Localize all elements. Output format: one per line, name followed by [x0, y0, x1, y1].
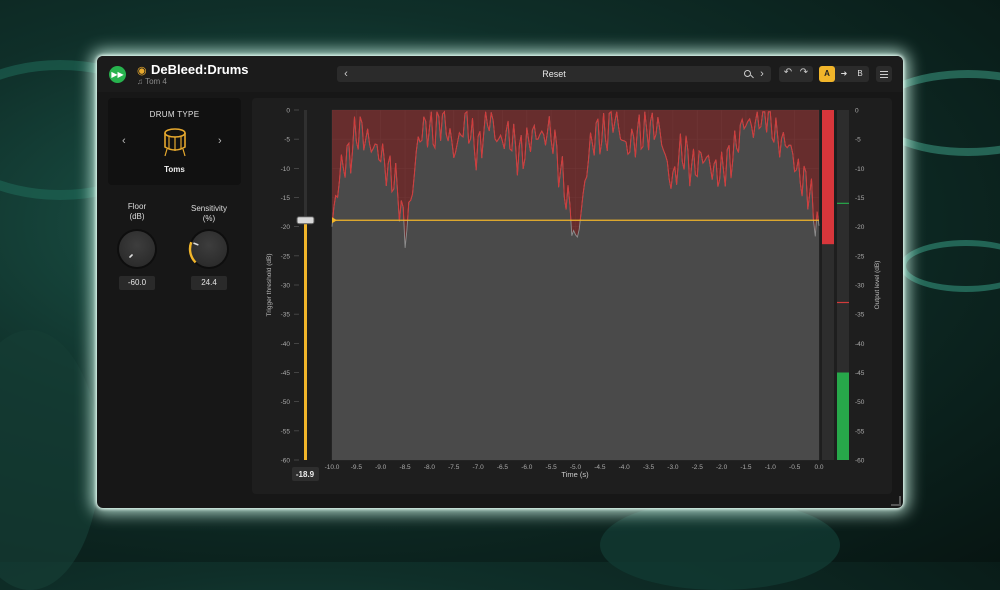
app-title: DeBleed:Drums [151, 62, 249, 77]
b-button[interactable]: B [853, 66, 867, 82]
output-tick-label: -25 [855, 253, 865, 260]
output-tick-label: -35 [855, 312, 865, 319]
resize-grip[interactable] [891, 496, 901, 506]
sensitivity-label-line1: Sensitivity [190, 204, 227, 213]
floor-label: Floor (dB) [107, 202, 167, 222]
time-tick-label: -2.5 [692, 464, 704, 471]
trigger-tick-label: -45 [281, 370, 291, 377]
sensitivity-knob[interactable] [188, 231, 227, 267]
sensitivity-knob-arc [188, 241, 199, 264]
time-tick-label: -10.0 [325, 464, 340, 471]
floor-knob[interactable] [119, 231, 155, 267]
drum-next-icon[interactable]: › [218, 135, 222, 147]
time-tick-label: -7.5 [448, 464, 460, 471]
sensitivity-label: Sensitivity (%) [179, 204, 239, 224]
output-tick-label: -50 [855, 399, 865, 406]
preset-name[interactable]: Reset [357, 66, 751, 82]
trigger-tick-label: 0 [286, 108, 290, 115]
trigger-tick-label: -25 [281, 253, 291, 260]
time-tick-label: -9.0 [375, 464, 387, 471]
time-tick-label: -0.5 [789, 464, 801, 471]
undo-icon[interactable]: ↶ [781, 67, 795, 78]
trigger-axis-label: Trigger threshold (dB) [266, 254, 273, 317]
undo-redo-group: ↶ ↷ [779, 66, 813, 82]
time-tick-label: -5.5 [546, 464, 558, 471]
ab-compare: A ➜ B [819, 66, 869, 82]
output-tick-label: 0 [855, 108, 859, 115]
sensitivity-label-line2: (%) [202, 214, 216, 223]
a-button[interactable]: A [819, 66, 835, 82]
drum-type-title: DRUM TYPE [149, 110, 200, 119]
output-tick-label: -5 [855, 137, 861, 144]
redo-icon[interactable]: ↷ [797, 67, 811, 78]
trigger-tick-label: -55 [281, 428, 291, 435]
input-meter-fill [822, 110, 834, 245]
time-tick-label: -6.0 [521, 464, 533, 471]
output-tick-label: -30 [855, 283, 865, 290]
time-tick-label: -1.5 [740, 464, 752, 471]
output-axis: 0 -5 -10 -15 -20 -25 -30 -35 -40 -45 -50 -55 -60 [855, 108, 865, 465]
drum-type-name: Toms [164, 165, 185, 174]
time-tick-label: -4.0 [619, 464, 631, 471]
copy-arrow-icon[interactable]: ➜ [837, 66, 851, 82]
time-tick-label: -2.0 [716, 464, 728, 471]
power-icon[interactable]: ▶▶ [109, 66, 126, 83]
time-tick-label: -3.0 [667, 464, 679, 471]
drum-logo-icon: ◉ [137, 65, 147, 77]
preset-selector[interactable]: ‹ Reset › [337, 66, 771, 82]
time-tick-label: -6.5 [497, 464, 509, 471]
output-tick-label: -45 [855, 370, 865, 377]
waveform-panel: 0 -5 -10 -15 -20 -25 -30 -35 -40 -45 -50 -55 -60 0 -5… [252, 98, 892, 494]
output-tick-label: -60 [855, 458, 865, 465]
time-tick-label: -7.0 [472, 464, 484, 471]
output-tick-label: -55 [855, 428, 865, 435]
output-tick-label: -15 [855, 195, 865, 202]
threshold-value[interactable]: -18.9 [296, 470, 315, 479]
trigger-tick-label: -60 [281, 458, 291, 465]
trigger-tick-label: -50 [281, 399, 291, 406]
track-name-text: Tom 4 [145, 77, 167, 86]
trigger-tick-label: -5 [284, 137, 290, 144]
preset-next-icon[interactable]: › [755, 66, 769, 82]
sensitivity-arc [188, 241, 197, 264]
threshold-slider-handle[interactable] [296, 216, 315, 225]
drum-type-card: DRUM TYPE ‹ › Toms [108, 98, 241, 185]
floor-label-line1: Floor [127, 202, 147, 211]
trigger-tick-label: -30 [281, 283, 291, 290]
floor-knob-pointer [129, 254, 133, 258]
trigger-tick-label: -35 [281, 312, 291, 319]
trigger-tick-label: -20 [281, 224, 291, 231]
trigger-tick-label: -15 [281, 195, 291, 202]
drum-prev-icon[interactable]: ‹ [122, 135, 126, 147]
waveform-plot: 0 -5 -10 -15 -20 -25 -30 -35 -40 -45 -50 -55 -60 0 -5… [266, 108, 881, 481]
time-tick-label: 0.0 [814, 464, 823, 471]
plugin-window: ▶▶ ◉ DeBleed:Drums ♫ Tom 4 ‹ Reset › ↶ ↷… [97, 56, 903, 508]
trigger-axis: 0 -5 -10 -15 -20 -25 -30 -35 -40 -45 -50 -55 -60 [281, 108, 299, 465]
header-bar: ▶▶ ◉ DeBleed:Drums ♫ Tom 4 ‹ Reset › ↶ ↷… [97, 56, 903, 92]
time-axis-label: Time (s) [561, 470, 589, 479]
sensitivity-pointer [193, 242, 199, 246]
tom-drum-icon [164, 128, 186, 157]
floor-value[interactable]: -60.0 [119, 276, 155, 290]
output-axis-label: Output level (dB) [874, 261, 881, 310]
track-name: ♫ Tom 4 [137, 77, 167, 86]
time-tick-label: -8.5 [399, 464, 411, 471]
threshold-slider-fill [304, 220, 307, 460]
preset-prev-icon[interactable]: ‹ [339, 66, 353, 82]
time-tick-label: -4.5 [594, 464, 606, 471]
menu-button[interactable] [876, 66, 892, 82]
time-tick-label: -3.5 [643, 464, 655, 471]
sensitivity-value[interactable]: 24.4 [191, 276, 227, 290]
floor-label-line2: (dB) [129, 212, 145, 221]
time-tick-label: -1.0 [765, 464, 777, 471]
output-tick-label: -40 [855, 341, 865, 348]
trigger-tick-label: -40 [281, 341, 291, 348]
output-tick-label: -10 [855, 166, 865, 173]
search-icon[interactable] [741, 66, 755, 82]
time-tick-label: -8.0 [424, 464, 436, 471]
output-tick-label: -20 [855, 224, 865, 231]
output-meter-fill [837, 372, 849, 460]
trigger-tick-label: -10 [281, 166, 291, 173]
time-tick-label: -9.5 [351, 464, 363, 471]
